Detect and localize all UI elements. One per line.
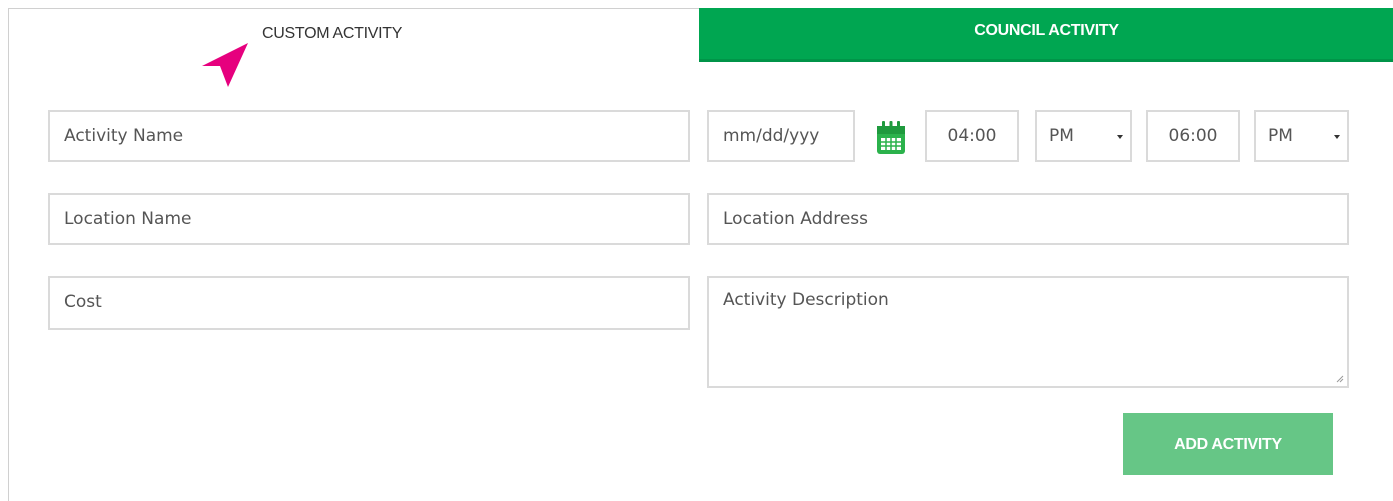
date-input[interactable]: mm/dd/yyy <box>707 110 855 162</box>
end-time-input[interactable]: 06:00 <box>1146 110 1240 162</box>
start-time-input[interactable]: 04:00 <box>925 110 1019 162</box>
date-placeholder: mm/dd/yyy <box>723 126 820 146</box>
tab-council-activity-label: COUNCIL ACTIVITY <box>974 22 1119 39</box>
location-address-input[interactable]: Location Address <box>707 193 1349 245</box>
tab-custom-activity[interactable]: CUSTOM ACTIVITY <box>9 9 699 61</box>
chevron-down-icon <box>1334 135 1340 139</box>
add-activity-button[interactable]: ADD ACTIVITY <box>1123 413 1333 475</box>
tab-council-activity[interactable]: COUNCIL ACTIVITY <box>699 8 1393 62</box>
activity-description-placeholder: Activity Description <box>723 290 889 310</box>
chevron-down-icon <box>1117 135 1123 139</box>
activity-name-placeholder: Activity Name <box>64 126 184 146</box>
start-ampm-select[interactable]: PM <box>1035 110 1132 162</box>
location-name-input[interactable]: Location Name <box>48 193 690 245</box>
activity-description-textarea[interactable]: Activity Description <box>707 276 1349 388</box>
start-time-value: 04:00 <box>947 126 997 146</box>
end-time-value: 06:00 <box>1168 126 1218 146</box>
end-ampm-value: PM <box>1268 126 1293 146</box>
tab-custom-activity-label: CUSTOM ACTIVITY <box>262 25 403 42</box>
resize-handle-icon[interactable] <box>1336 375 1344 383</box>
pointer-arrow-icon <box>202 43 248 87</box>
location-address-placeholder: Location Address <box>723 209 869 229</box>
start-ampm-value: PM <box>1049 126 1074 146</box>
calendar-icon[interactable] <box>875 120 907 156</box>
cost-input[interactable]: Cost <box>48 276 690 330</box>
end-ampm-select[interactable]: PM <box>1254 110 1349 162</box>
activity-name-input[interactable]: Activity Name <box>48 110 690 162</box>
location-name-placeholder: Location Name <box>64 209 192 229</box>
cost-placeholder: Cost <box>64 292 102 312</box>
